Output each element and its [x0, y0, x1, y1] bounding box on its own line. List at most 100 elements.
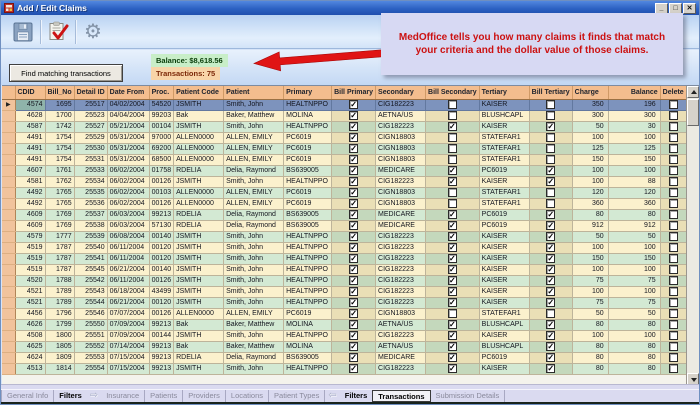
- cell-proc-[interactable]: 00120: [149, 242, 173, 253]
- table-row[interactable]: 452117892554406/21/200400120JSMITHSmith,…: [2, 297, 687, 308]
- unchecked-checkbox[interactable]: [546, 188, 555, 197]
- cell-cdid[interactable]: 4456: [15, 308, 45, 319]
- cell-cdid[interactable]: 4625: [15, 341, 45, 352]
- checked-checkbox[interactable]: [448, 254, 457, 263]
- cell-charge[interactable]: 50: [572, 308, 608, 319]
- cell-detail-id[interactable]: 25540: [74, 242, 107, 253]
- cell-proc-[interactable]: 00144: [149, 330, 173, 341]
- cell-patient-code[interactable]: RDELIA: [174, 352, 224, 363]
- cell-balance[interactable]: 80: [608, 363, 660, 374]
- tab-patient-types[interactable]: Patient Types: [269, 390, 325, 402]
- cell-date-from[interactable]: 06/03/2004: [107, 209, 149, 220]
- checked-checkbox[interactable]: [448, 320, 457, 329]
- column-header-charge[interactable]: Charge: [572, 86, 608, 99]
- cell-balance[interactable]: 100: [608, 165, 660, 176]
- cell-detail-id[interactable]: 25536: [74, 198, 107, 209]
- checked-checkbox[interactable]: [349, 133, 358, 142]
- verify-claims-button[interactable]: [44, 18, 72, 46]
- unchecked-checkbox[interactable]: [669, 320, 678, 329]
- cell-tertiary[interactable]: KAISER: [479, 330, 529, 341]
- cell-secondary[interactable]: CIG182223: [376, 297, 426, 308]
- unchecked-checkbox[interactable]: [669, 188, 678, 197]
- cell-balance[interactable]: 80: [608, 209, 660, 220]
- cell-date-from[interactable]: 06/18/2004: [107, 286, 149, 297]
- unchecked-checkbox[interactable]: [546, 199, 555, 208]
- checked-checkbox[interactable]: [546, 254, 555, 263]
- checked-checkbox[interactable]: [448, 265, 457, 274]
- cell-secondary[interactable]: CIG182223: [376, 253, 426, 264]
- cell-tertiary[interactable]: STATEFAR1: [479, 132, 529, 143]
- unchecked-checkbox[interactable]: [448, 111, 457, 120]
- unchecked-checkbox[interactable]: [546, 111, 555, 120]
- cell-patient[interactable]: Smith, John: [224, 264, 284, 275]
- unchecked-checkbox[interactable]: [448, 309, 457, 318]
- checked-checkbox[interactable]: [349, 298, 358, 307]
- cell-proc-[interactable]: 01758: [149, 165, 173, 176]
- cell-cdid[interactable]: 4491: [15, 154, 45, 165]
- checked-checkbox[interactable]: [349, 122, 358, 131]
- cell-patient[interactable]: Baker, Matthew: [224, 319, 284, 330]
- cell-patient-code[interactable]: JSMITH: [174, 99, 224, 110]
- cell-detail-id[interactable]: 25554: [74, 363, 107, 374]
- cell-cdid[interactable]: 4520: [15, 275, 45, 286]
- row-selector[interactable]: [2, 308, 15, 319]
- cell-balance[interactable]: 100: [608, 132, 660, 143]
- checked-checkbox[interactable]: [349, 276, 358, 285]
- cell-patient-code[interactable]: JSMITH: [174, 363, 224, 374]
- table-row[interactable]: 450818002555107/09/200400144JSMITHSmith,…: [2, 330, 687, 341]
- cell-patient-code[interactable]: JSMITH: [174, 176, 224, 187]
- cell-secondary[interactable]: MEDICARE: [376, 165, 426, 176]
- row-selector[interactable]: [2, 275, 15, 286]
- cell-charge[interactable]: 150: [572, 154, 608, 165]
- column-header-patient[interactable]: Patient: [224, 86, 284, 99]
- cell-primary[interactable]: HEALTNPPO: [284, 121, 332, 132]
- checked-checkbox[interactable]: [448, 331, 457, 340]
- cell-detail-id[interactable]: 25539: [74, 231, 107, 242]
- cell-secondary[interactable]: CIGN18803: [376, 308, 426, 319]
- cell-cdid[interactable]: 4508: [15, 330, 45, 341]
- cell-tertiary[interactable]: KAISER: [479, 253, 529, 264]
- cell-cdid[interactable]: 4519: [15, 264, 45, 275]
- column-header-bill-no[interactable]: Bill_No: [45, 86, 74, 99]
- cell-cdid[interactable]: 4519: [15, 253, 45, 264]
- cell-bill-no[interactable]: 1754: [45, 154, 74, 165]
- cell-detail-id[interactable]: 25517: [74, 99, 107, 110]
- cell-date-from[interactable]: 05/31/2004: [107, 154, 149, 165]
- checked-checkbox[interactable]: [349, 353, 358, 362]
- cell-bill-no[interactable]: 1742: [45, 121, 74, 132]
- cell-patient-code[interactable]: JSMITH: [174, 231, 224, 242]
- checked-checkbox[interactable]: [448, 364, 457, 373]
- cell-tertiary[interactable]: KAISER: [479, 99, 529, 110]
- checked-checkbox[interactable]: [448, 243, 457, 252]
- checked-checkbox[interactable]: [349, 287, 358, 296]
- cell-tertiary[interactable]: KAISER: [479, 264, 529, 275]
- cell-balance[interactable]: 50: [608, 231, 660, 242]
- cell-patient[interactable]: Smith, John: [224, 330, 284, 341]
- column-header-bill-primary[interactable]: Bill Primary: [332, 86, 376, 99]
- unchecked-checkbox[interactable]: [546, 100, 555, 109]
- cell-detail-id[interactable]: 25552: [74, 341, 107, 352]
- unchecked-checkbox[interactable]: [669, 177, 678, 186]
- tab-filters[interactable]: Filters: [340, 390, 373, 402]
- row-selector[interactable]: [2, 264, 15, 275]
- cell-primary[interactable]: MOLINA: [284, 110, 332, 121]
- checked-checkbox[interactable]: [349, 265, 358, 274]
- tab-locations[interactable]: Locations: [226, 390, 269, 402]
- cell-bill-no[interactable]: 1777: [45, 231, 74, 242]
- checked-checkbox[interactable]: [546, 232, 555, 241]
- table-row[interactable]: 449117542553105/31/200468500ALLEN0000ALL…: [2, 154, 687, 165]
- cell-primary[interactable]: BS639005: [284, 352, 332, 363]
- cell-charge[interactable]: 100: [572, 242, 608, 253]
- checked-checkbox[interactable]: [349, 166, 358, 175]
- row-selector[interactable]: [2, 253, 15, 264]
- cell-secondary[interactable]: MEDICARE: [376, 209, 426, 220]
- cell-tertiary[interactable]: PC6019: [479, 165, 529, 176]
- checked-checkbox[interactable]: [448, 276, 457, 285]
- cell-detail-id[interactable]: 25546: [74, 308, 107, 319]
- cell-balance[interactable]: 912: [608, 220, 660, 231]
- cell-detail-id[interactable]: 25551: [74, 330, 107, 341]
- unchecked-checkbox[interactable]: [669, 309, 678, 318]
- cell-bill-no[interactable]: 1754: [45, 143, 74, 154]
- checked-checkbox[interactable]: [349, 364, 358, 373]
- cell-cdid[interactable]: 4521: [15, 297, 45, 308]
